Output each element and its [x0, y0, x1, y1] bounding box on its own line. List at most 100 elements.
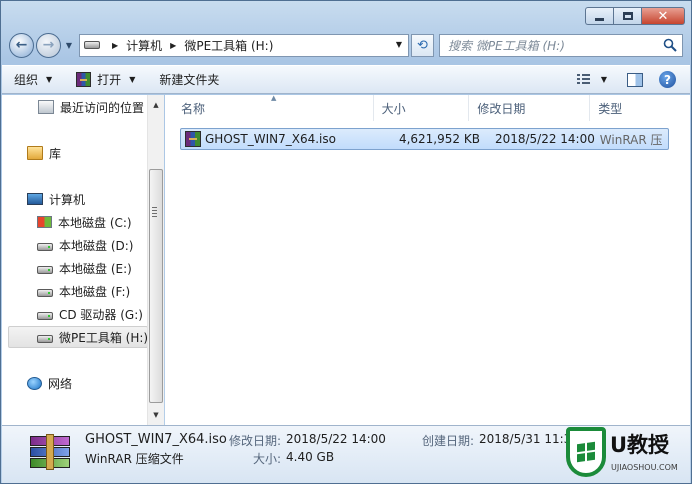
column-type[interactable]: 类型: [590, 95, 690, 121]
nav-label: 微PE工具箱 (H:): [59, 330, 147, 345]
navigation-pane: 最近访问的位置 库 计算机 本地磁盘 (C:) 本地磁盘 (D:) 本地磁盘 (…: [2, 95, 164, 425]
search-placeholder: 搜索 微PE工具箱 (H:): [448, 38, 565, 53]
breadcrumb-separator-icon[interactable]: ▶: [112, 41, 118, 50]
drive-icon: [37, 312, 53, 320]
back-button[interactable]: ←: [9, 32, 34, 58]
navigation-bar: ← → ▼ ▶ 计算机 ▶ 微PE工具箱 (H:) ▼ ⟲ 搜索 微PE工具箱 …: [9, 31, 683, 59]
maximize-button[interactable]: [613, 7, 641, 25]
recent-places-icon: [38, 100, 54, 114]
details-file-type: WinRAR 压缩文件: [85, 452, 184, 466]
details-size-label: 大小:: [253, 452, 282, 466]
column-name-label: 名称: [181, 101, 206, 116]
drive-icon: [37, 289, 53, 297]
breadcrumb-separator-icon[interactable]: ▶: [170, 41, 176, 50]
nav-label: 本地磁盘 (C:): [58, 215, 132, 230]
open-label: 打开: [97, 73, 122, 87]
breadcrumb-computer[interactable]: 计算机: [126, 37, 162, 54]
column-modified[interactable]: 修改日期: [469, 95, 591, 121]
scroll-grip-icon: [152, 207, 157, 219]
nav-label: 计算机: [49, 192, 86, 207]
navigation-tree: 最近访问的位置 库 计算机 本地磁盘 (C:) 本地磁盘 (D:) 本地磁盘 (…: [2, 95, 147, 425]
change-view-icon[interactable]: [576, 73, 591, 86]
column-type-label: 类型: [598, 101, 623, 116]
column-name[interactable]: 名称 ▲: [165, 94, 374, 121]
details-file-name: GHOST_WIN7_X64.iso: [85, 432, 227, 447]
drive-icon: [84, 41, 100, 49]
winrar-file-icon: [185, 131, 201, 147]
table-row[interactable]: GHOST_WIN7_X64.iso 4,621,952 KB 2018/5/2…: [180, 128, 669, 150]
nav-item-recent[interactable]: 最近访问的位置: [38, 96, 144, 118]
address-bar[interactable]: ▶ 计算机 ▶ 微PE工具箱 (H:) ▼: [79, 33, 409, 57]
new-folder-label: 新建文件夹: [159, 73, 220, 87]
forward-button[interactable]: →: [36, 32, 61, 58]
address-dropdown-icon[interactable]: ▼: [396, 40, 402, 49]
preview-pane-icon[interactable]: [627, 72, 643, 87]
scroll-up-icon[interactable]: ▲: [148, 97, 164, 113]
search-icon[interactable]: [663, 38, 677, 52]
caption-buttons: ✕: [585, 7, 685, 25]
drive-icon: [37, 335, 53, 343]
chevron-down-icon: ▼: [129, 75, 136, 84]
drive-icon: [37, 243, 53, 251]
details-pane: GHOST_WIN7_X64.iso WinRAR 压缩文件 修改日期: 201…: [2, 425, 690, 483]
nav-label: 最近访问的位置: [60, 100, 145, 115]
network-icon: [27, 376, 42, 390]
file-size: 4,621,952 KB: [398, 132, 480, 146]
file-list: 名称 ▲ 大小 修改日期 类型 GHOST_WIN7_X64.iso 4,621…: [165, 94, 690, 425]
winrar-icon: [76, 72, 92, 87]
back-arrow-icon: ←: [15, 37, 28, 53]
nav-item-drive-f[interactable]: 本地磁盘 (F:): [37, 280, 130, 302]
nav-item-drive-e[interactable]: 本地磁盘 (E:): [37, 257, 132, 279]
new-folder-button[interactable]: 新建文件夹: [147, 66, 231, 93]
nav-label: 本地磁盘 (F:): [59, 284, 131, 299]
details-modified-label: 修改日期:: [229, 434, 282, 448]
library-icon: [27, 146, 43, 160]
nav-label: 库: [49, 146, 62, 161]
nav-item-drive-g[interactable]: CD 驱动器 (G:): [37, 303, 143, 325]
close-button[interactable]: ✕: [641, 7, 685, 25]
computer-icon: [27, 193, 43, 205]
close-icon: ✕: [657, 8, 669, 24]
details-size-value: 4.40 GB: [286, 450, 335, 464]
scroll-thumb[interactable]: [149, 169, 163, 403]
recent-pages-dropdown[interactable]: ▼: [63, 41, 75, 50]
nav-item-drive-c[interactable]: 本地磁盘 (C:): [37, 211, 132, 233]
nav-label: 本地磁盘 (E:): [59, 261, 132, 276]
file-name: GHOST_WIN7_X64.iso: [205, 132, 336, 146]
watermark-title: U教授: [610, 433, 670, 457]
nav-item-library[interactable]: 库: [27, 142, 61, 164]
open-menu[interactable]: 打开 ▼: [64, 66, 147, 93]
minimize-button[interactable]: [585, 7, 613, 25]
search-input[interactable]: 搜索 微PE工具箱 (H:): [439, 33, 683, 57]
nav-label: CD 驱动器 (G:): [59, 307, 143, 322]
help-icon[interactable]: ?: [659, 71, 676, 88]
shield-logo-icon: [566, 427, 606, 477]
forward-arrow-icon: →: [42, 37, 55, 53]
refresh-button[interactable]: ⟲: [411, 33, 434, 57]
file-type: WinRAR 压: [599, 132, 663, 147]
nav-scrollbar[interactable]: ▲ ▼: [147, 95, 164, 425]
windows-drive-icon: [37, 216, 52, 228]
nav-item-computer[interactable]: 计算机: [27, 188, 85, 210]
drive-icon: [37, 266, 53, 274]
refresh-icon: ⟲: [417, 37, 428, 53]
winrar-large-icon: [30, 434, 70, 470]
column-modified-label: 修改日期: [477, 101, 526, 116]
watermark-logo: U教授 UJIAOSHOU.COM: [564, 425, 688, 481]
nav-label: 本地磁盘 (D:): [59, 238, 134, 253]
nav-item-network[interactable]: 网络: [27, 372, 72, 394]
toolbar-right: ▼ ?: [576, 66, 690, 93]
details-modified-value: 2018/5/22 14:00: [286, 432, 386, 446]
view-dropdown-icon[interactable]: ▼: [601, 75, 607, 84]
breadcrumb-current[interactable]: 微PE工具箱 (H:): [184, 37, 273, 54]
minimize-icon: [595, 17, 604, 21]
nav-label: 网络: [48, 376, 73, 391]
file-modified: 2018/5/22 14:00: [494, 132, 595, 146]
nav-item-drive-h[interactable]: 微PE工具箱 (H:): [8, 326, 147, 348]
organize-label: 组织: [14, 73, 39, 87]
column-size[interactable]: 大小: [374, 95, 470, 121]
organize-menu[interactable]: 组织 ▼: [2, 66, 64, 93]
nav-item-drive-d[interactable]: 本地磁盘 (D:): [37, 234, 133, 256]
column-size-label: 大小: [381, 101, 406, 116]
scroll-down-icon[interactable]: ▼: [148, 407, 164, 423]
